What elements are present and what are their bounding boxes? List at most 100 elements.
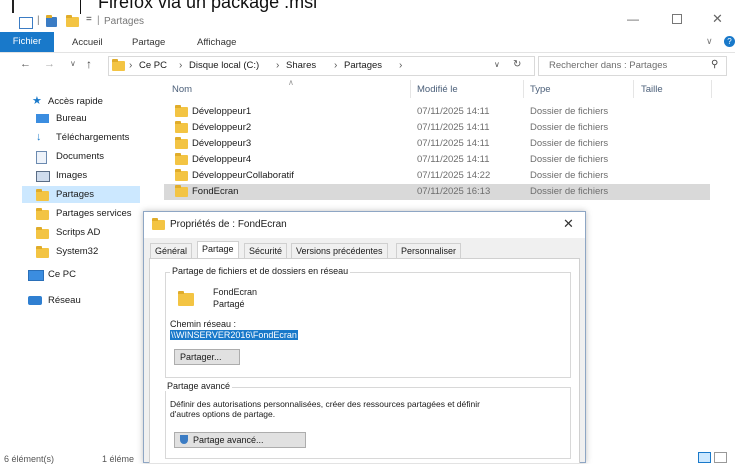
column-header-type[interactable]: Type [530, 84, 551, 95]
column-header-modifie[interactable]: Modifié le [417, 84, 458, 95]
computer-icon [28, 270, 44, 281]
tab-versions-precedentes[interactable]: Versions précédentes [291, 243, 388, 259]
breadcrumb-chevron[interactable]: › [276, 60, 279, 71]
file-name: Développeur1 [192, 106, 252, 117]
file-type: Dossier de fichiers [530, 138, 609, 149]
network-path[interactable]: \\WINSERVER2016\FondEcran [170, 330, 298, 340]
search-box[interactable]: Rechercher dans : Partages ⚲ [538, 56, 727, 76]
up-icon[interactable]: ↑ [86, 57, 92, 71]
table-row[interactable]: Développeur1 07/11/2025 14:11 Dossier de… [164, 104, 710, 120]
search-icon[interactable]: ⚲ [711, 59, 718, 70]
star-icon: ★ [32, 95, 42, 107]
status-selection: 1 éléme [102, 454, 135, 464]
table-row[interactable]: DéveloppeurCollaboratif 07/11/2025 14:22… [164, 168, 710, 184]
file-type: Dossier de fichiers [530, 154, 609, 165]
tab-partage[interactable]: Partage [132, 37, 165, 48]
sort-arrow-icon: ∧ [288, 78, 294, 87]
document-caption: Firefox via un package .msi [98, 0, 318, 12]
sidebar-item-bureau[interactable]: Bureau ✱ [22, 110, 140, 127]
window-edge [12, 0, 14, 13]
breadcrumb-chevron[interactable]: › [399, 60, 402, 71]
back-icon[interactable]: ← [20, 58, 31, 70]
minimize-button[interactable]: — [627, 12, 639, 26]
recent-locations-icon[interactable]: ∨ [70, 59, 76, 68]
address-dropdown-icon[interactable]: ∨ [494, 60, 500, 69]
tab-affichage[interactable]: Affichage [197, 37, 236, 48]
sidebar-item-ce-pc[interactable]: Ce PC [22, 266, 140, 283]
file-date: 07/11/2025 14:11 [417, 154, 490, 165]
new-folder-icon[interactable] [66, 15, 79, 30]
tab-personnaliser[interactable]: Personnaliser [396, 243, 462, 259]
breadcrumb-chevron[interactable]: › [179, 60, 182, 71]
column-header-taille[interactable]: Taille [641, 84, 663, 95]
dialog-title: Propriétés de : FondEcran [170, 219, 287, 230]
breadcrumb-disque-local[interactable]: Disque local (C:) [189, 60, 259, 71]
folder-icon [36, 246, 49, 260]
sidebar-item-documents[interactable]: Documents ✱ [22, 148, 140, 165]
sidebar-quick-access[interactable]: ★ Accès rapide [22, 93, 140, 110]
tab-general[interactable]: Général [150, 243, 193, 259]
sidebar-label: Ce PC [48, 269, 76, 280]
folder-icon [152, 218, 165, 233]
address-bar[interactable]: › Ce PC › Disque local (C:) › Shares › P… [108, 56, 535, 76]
sidebar-item-scritps-ad[interactable]: Scritps AD [22, 224, 140, 241]
tab-panel-partage: Partage de fichiers et de dossiers en ré… [149, 258, 580, 463]
breadcrumb-chevron[interactable]: › [129, 60, 132, 71]
table-row[interactable]: Développeur4 07/11/2025 14:11 Dossier de… [164, 152, 710, 168]
close-button[interactable]: ✕ [712, 11, 723, 27]
file-name: Développeur3 [192, 138, 252, 149]
column-divider[interactable] [711, 80, 712, 98]
tab-fichier[interactable]: Fichier [0, 32, 54, 52]
column-divider[interactable] [523, 80, 524, 98]
column-divider[interactable] [633, 80, 634, 98]
share-button[interactable]: Partager... [174, 349, 240, 365]
ribbon-expand-icon[interactable]: ∨ [706, 36, 713, 47]
status-count: 6 élément(s) [4, 454, 55, 464]
breadcrumb-chevron[interactable]: › [334, 60, 337, 71]
advanced-button-label: Partage avancé... [193, 435, 264, 445]
folder-icon [36, 189, 49, 203]
shield-icon [180, 435, 188, 444]
breadcrumb-partages[interactable]: Partages [344, 60, 382, 71]
refresh-icon[interactable]: ↻ [513, 59, 521, 70]
file-type: Dossier de fichiers [530, 122, 609, 133]
sidebar-item-images[interactable]: Images ✱ [22, 167, 140, 184]
file-type: Dossier de fichiers [530, 186, 609, 197]
advanced-sharing-button[interactable]: Partage avancé... [174, 432, 306, 448]
forward-icon[interactable]: → [44, 58, 55, 70]
sidebar-label: Scritps AD [56, 227, 101, 238]
sidebar-label: Téléchargements [56, 132, 130, 143]
folder-icon [112, 59, 125, 74]
details-view-icon[interactable] [698, 452, 711, 463]
advanced-sharing-group: Partage avancé Définir des autorisations… [165, 381, 571, 459]
help-icon[interactable]: ? [724, 36, 735, 47]
file-name: DéveloppeurCollaboratif [192, 170, 294, 181]
breadcrumb-ce-pc[interactable]: Ce PC [139, 60, 167, 71]
maximize-button[interactable] [672, 14, 682, 24]
dialog-title-bar[interactable]: Propriétés de : FondEcran ✕ [144, 212, 585, 238]
sidebar-item-partages[interactable]: Partages [22, 186, 140, 203]
large-icons-view-icon[interactable] [714, 452, 727, 463]
table-row[interactable]: Développeur2 07/11/2025 14:11 Dossier de… [164, 120, 710, 136]
sidebar-item-system32[interactable]: System32 [22, 243, 140, 260]
quick-access-toolbar-menu[interactable]: = [86, 14, 92, 25]
breadcrumb-shares[interactable]: Shares [286, 60, 316, 71]
sidebar-label: Réseau [48, 295, 81, 306]
sidebar-item-reseau[interactable]: Réseau [22, 292, 140, 309]
text-cursor [80, 0, 81, 14]
file-date: 07/11/2025 14:22 [417, 170, 491, 181]
network-path-label: Chemin réseau : [170, 319, 237, 329]
sidebar-item-partages-services[interactable]: Partages services [22, 205, 140, 222]
sidebar-item-telechargements[interactable]: ↓ Téléchargements ✱ [22, 129, 140, 146]
table-row-selected[interactable]: FondEcran 07/11/2025 16:13 Dossier de fi… [164, 184, 710, 200]
advanced-description: d'autres options de partage. [170, 409, 276, 419]
desktop-icon [36, 114, 49, 123]
tab-accueil[interactable]: Accueil [72, 37, 103, 48]
column-divider[interactable] [410, 80, 411, 98]
table-row[interactable]: Développeur3 07/11/2025 14:11 Dossier de… [164, 136, 710, 152]
save-icon[interactable] [46, 15, 57, 30]
file-date: 07/11/2025 14:11 [417, 138, 490, 149]
dialog-close-button[interactable]: ✕ [563, 216, 574, 232]
tab-securite[interactable]: Sécurité [244, 243, 288, 259]
column-header-nom[interactable]: Nom [172, 84, 192, 95]
